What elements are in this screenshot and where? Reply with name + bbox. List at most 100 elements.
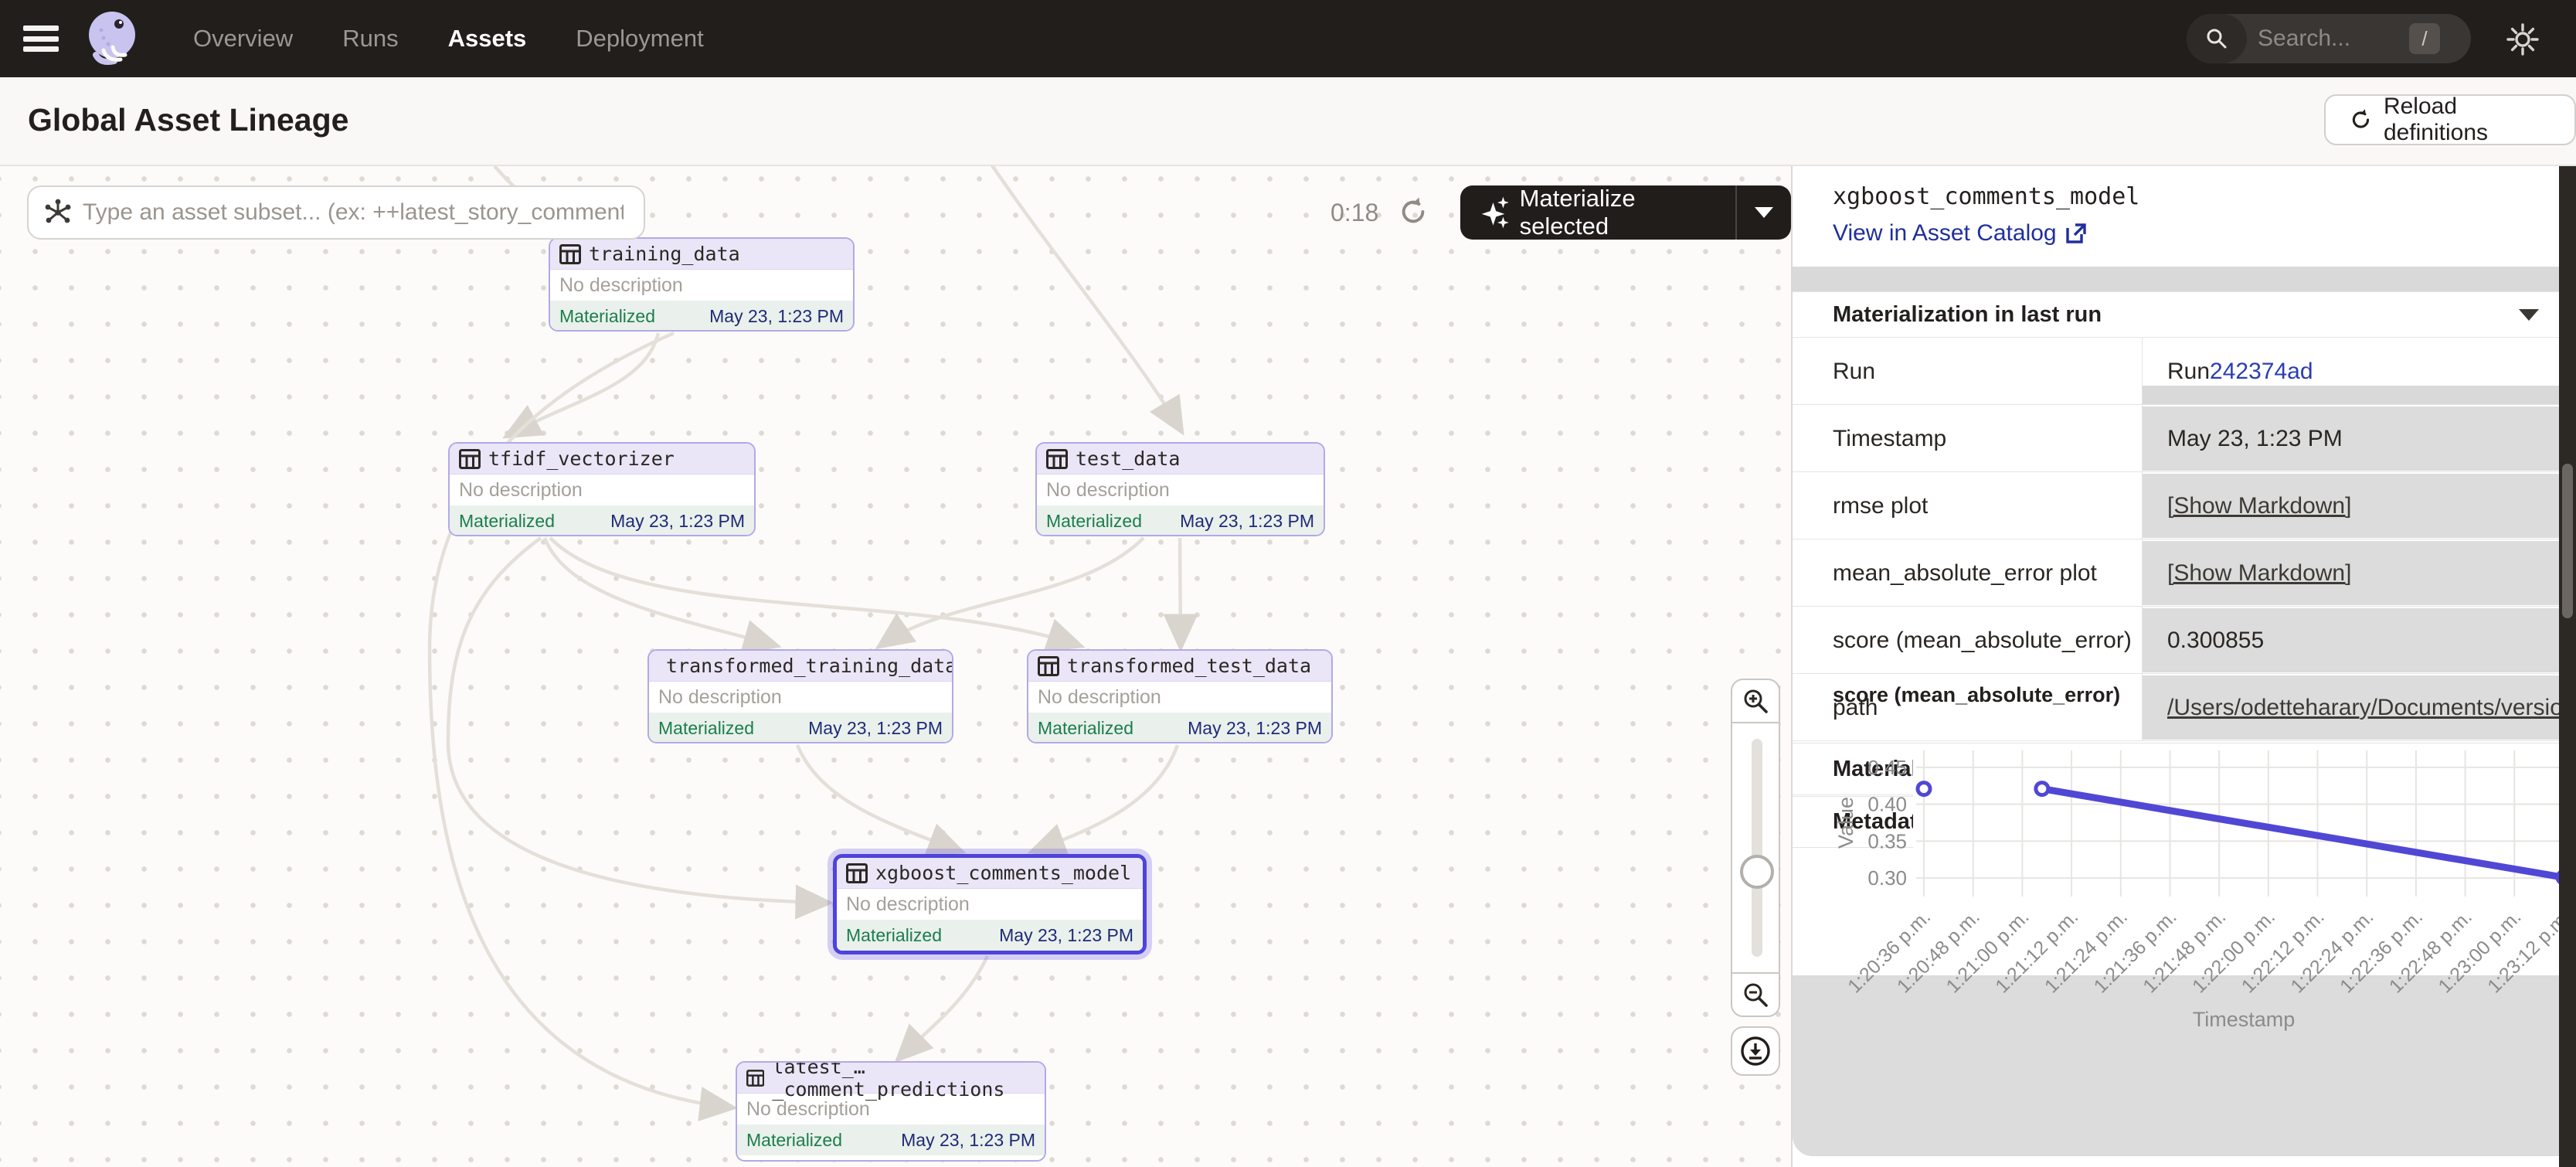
- asset-node-xgboost_comments_model[interactable]: xgboost_comments_model No description Ma…: [833, 854, 1147, 954]
- zoom-slider-track[interactable]: [1752, 739, 1762, 957]
- asset-name: latest_…_comment_predictions: [772, 1061, 1045, 1101]
- nav-item-deployment[interactable]: Deployment: [576, 25, 703, 53]
- svg-text:0.40: 0.40: [1867, 793, 1907, 816]
- table-icon: [1046, 449, 1068, 469]
- metadata-value-link[interactable]: [Show Markdown]: [2167, 560, 2351, 587]
- scrollbar-thumb[interactable]: [2562, 464, 2573, 618]
- zoom-out-icon: [1742, 981, 1769, 1009]
- panel-horizontal-scrollbar[interactable]: [1793, 267, 2576, 291]
- gear-icon[interactable]: [2505, 22, 2540, 57]
- nav-item-overview[interactable]: Overview: [193, 25, 293, 53]
- asset-description: No description: [1038, 686, 1161, 709]
- metadata-value-link[interactable]: /Users/odetteharary/Documents/version: [2167, 695, 2560, 721]
- asset-status: Materialized: [1038, 718, 1133, 739]
- metadata-key: Timestamp: [1833, 405, 1946, 472]
- asset-description: No description: [658, 686, 782, 709]
- asset-subset-input[interactable]: [83, 199, 624, 226]
- svg-text:Timestamp: Timestamp: [2193, 1008, 2296, 1031]
- metadata-row-Timestamp: Timestamp May 23, 1:23 PM: [1793, 405, 2576, 472]
- asset-status: Materialized: [846, 925, 942, 946]
- metadata-row-Run: RunRun 242374ad: [1793, 338, 2576, 405]
- metadata-row-mean-absolute-error-plot: mean_absolute_error plot [Show Markdown]: [1793, 539, 2576, 607]
- metadata-key: mean_absolute_error plot: [1833, 539, 2097, 607]
- asset-node-footer: Materialized May 23, 1:23 PM: [837, 920, 1143, 951]
- asset-status: Materialized: [1046, 511, 1142, 532]
- view-in-asset-catalog-link[interactable]: View in Asset Catalog: [1833, 220, 2088, 247]
- hamburger-menu-icon[interactable]: [23, 26, 59, 52]
- zoom-slider-knob[interactable]: [1740, 855, 1774, 889]
- asset-node-transformed_training_data[interactable]: transformed_training_data No description…: [647, 649, 953, 743]
- asset-node-latest__comment_predictions[interactable]: latest_…_comment_predictions No descript…: [736, 1061, 1046, 1162]
- asset-lineage-graph[interactable]: 0:18 Materialize selected: [0, 166, 1791, 1167]
- asset-node-body: No description: [837, 889, 1143, 920]
- asset-description: No description: [559, 274, 683, 297]
- asset-description: No description: [1046, 479, 1170, 502]
- zoom-in-button[interactable]: [1731, 679, 1780, 723]
- svg-text:0.30: 0.30: [1867, 866, 1907, 890]
- score-line-chart: 0.300.350.400.45Value1:20:36 p.m.1:20:48…: [1793, 724, 2576, 1167]
- asset-node-footer: Materialized May 23, 1:23 PM: [1028, 713, 1331, 743]
- asset-status: Materialized: [459, 511, 555, 532]
- asset-node-transformed_test_data[interactable]: transformed_test_data No description Mat…: [1027, 649, 1333, 743]
- metadata-value: May 23, 1:23 PM: [2143, 407, 2560, 471]
- asset-node-body: No description: [1028, 682, 1331, 713]
- materialize-dropdown-caret[interactable]: [1737, 207, 1791, 218]
- asset-node-header: latest_…_comment_predictions: [737, 1063, 1045, 1094]
- download-icon: [1739, 1035, 1772, 1067]
- chevron-down-icon: [2519, 309, 2539, 321]
- zoom-in-icon: [1742, 687, 1769, 715]
- catalog-link-label: View in Asset Catalog: [1833, 220, 2057, 247]
- asset-name: tfidf_vectorizer: [488, 447, 675, 470]
- asset-name: test_data: [1076, 447, 1180, 470]
- search-input[interactable]: [2258, 26, 2404, 52]
- search-icon: [2187, 14, 2247, 63]
- asset-node-body: No description: [649, 682, 952, 713]
- refresh-icon[interactable]: [1397, 196, 1429, 228]
- asset-node-header: test_data: [1037, 444, 1324, 475]
- vertical-scrollbar[interactable]: [2559, 166, 2576, 1167]
- nav-item-assets[interactable]: Assets: [448, 25, 527, 53]
- run-id-link[interactable]: 242374ad: [2210, 359, 2313, 385]
- asset-node-header: transformed_test_data: [1028, 651, 1331, 682]
- metadata-table: RunRun 242374adTimestampMay 23, 1:23 PMr…: [1793, 338, 2576, 741]
- download-graph-button[interactable]: [1731, 1026, 1780, 1076]
- asset-name: transformed_test_data: [1067, 655, 1311, 677]
- zoom-slider[interactable]: [1731, 723, 1780, 972]
- asset-timestamp: May 23, 1:23 PM: [808, 718, 943, 739]
- metadata-key: score (mean_absolute_error): [1833, 607, 2132, 674]
- asset-name: training_data: [589, 243, 740, 265]
- metadata-row-rmse-plot: rmse plot [Show Markdown]: [1793, 472, 2576, 539]
- asset-name: xgboost_comments_model: [875, 862, 1131, 884]
- svg-text:0.35: 0.35: [1867, 829, 1907, 852]
- search-shortcut-badge: /: [2409, 23, 2440, 54]
- asset-status: Materialized: [658, 718, 754, 739]
- asset-node-tfidf_vectorizer[interactable]: tfidf_vectorizer No description Material…: [448, 442, 756, 536]
- nav-item-runs[interactable]: Runs: [342, 25, 398, 53]
- asset-timestamp: May 23, 1:23 PM: [1188, 718, 1322, 739]
- materialize-selected-button[interactable]: Materialize selected: [1460, 185, 1791, 240]
- metadata-row-score-mean-absolute-error-: score (mean_absolute_error)0.300855: [1793, 607, 2576, 674]
- asset-node-footer: Materialized May 23, 1:23 PM: [737, 1124, 1045, 1155]
- metadata-value-link[interactable]: [Show Markdown]: [2167, 493, 2351, 519]
- asset-detail-panel: xgboost_comments_model View in Asset Cat…: [1793, 166, 2576, 1167]
- table-icon: [746, 1068, 764, 1088]
- asset-node-footer: Materialized May 23, 1:23 PM: [649, 713, 952, 743]
- zoom-out-button[interactable]: [1731, 972, 1780, 1017]
- page-header: Global Asset Lineage Reload definitions: [0, 77, 2576, 166]
- asset-node-body: No description: [1037, 475, 1324, 505]
- table-icon: [459, 449, 481, 469]
- global-search[interactable]: /: [2187, 14, 2471, 63]
- asset-node-training_data[interactable]: training_data No description Materialize…: [549, 237, 855, 332]
- section-materialization-last-run[interactable]: Materialization in last run: [1793, 291, 2576, 338]
- asset-subset-filter[interactable]: [27, 185, 645, 240]
- dagster-logo-icon[interactable]: [80, 7, 144, 70]
- asset-graph-filter-icon: [42, 197, 73, 228]
- asset-node-footer: Materialized May 23, 1:23 PM: [450, 505, 754, 536]
- asset-description: No description: [459, 479, 583, 502]
- reload-definitions-button[interactable]: Reload definitions: [2324, 94, 2576, 145]
- metadata-key: rmse plot: [1833, 472, 1928, 539]
- asset-description: No description: [746, 1098, 870, 1121]
- asset-node-test_data[interactable]: test_data No description Materialized Ma…: [1035, 442, 1325, 536]
- svg-text:0.45: 0.45: [1867, 756, 1907, 779]
- reload-definitions-label: Reload definitions: [2384, 94, 2551, 146]
